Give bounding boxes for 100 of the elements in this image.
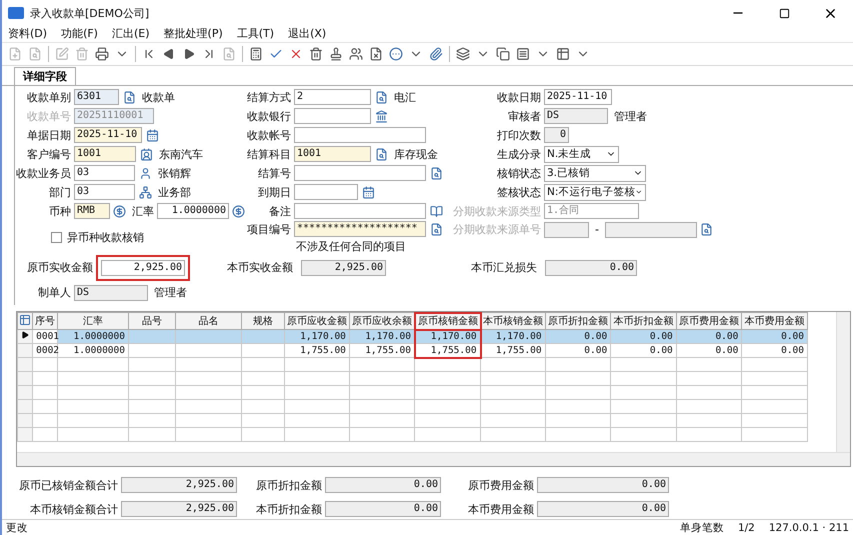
field-label: 收款单号 — [26, 108, 71, 124]
lookup-icon[interactable] — [429, 165, 443, 182]
input-field[interactable] — [294, 184, 358, 200]
column-header[interactable]: 本币折扣金额 — [610, 312, 676, 330]
input-field[interactable]: 0.00 — [325, 477, 441, 494]
column-header[interactable]: 本币核销金额 — [480, 312, 546, 330]
input-field[interactable] — [294, 108, 371, 124]
input-field[interactable]: 0 — [544, 127, 569, 144]
currency-icon[interactable] — [232, 203, 245, 220]
lookup-icon[interactable] — [374, 146, 388, 162]
table-cell: 1,755.00 — [349, 344, 415, 358]
column-header[interactable]: 原币核销金额 — [414, 312, 481, 330]
vertical-scrollbar[interactable] — [836, 312, 850, 454]
input-field[interactable] — [294, 127, 426, 144]
checkbox[interactable] — [51, 232, 62, 244]
dropdown[interactable]: 3.已核销 — [544, 164, 646, 182]
menu-item[interactable]: 工具(T) — [236, 26, 274, 42]
more-icon[interactable] — [389, 46, 403, 62]
row-header[interactable] — [18, 330, 33, 344]
org-chart-icon[interactable] — [138, 184, 152, 200]
calendar-icon[interactable] — [145, 127, 159, 144]
field-label: 结算号 — [257, 166, 291, 181]
input-field[interactable]: 6301 — [74, 89, 119, 106]
menu-item[interactable]: 整批处理(P) — [164, 26, 223, 42]
column-header[interactable]: 规格 — [241, 312, 285, 330]
input-field[interactable]: DS — [74, 284, 148, 301]
input-field[interactable]: 0.00 — [537, 477, 669, 494]
column-header[interactable]: 原币费用金额 — [676, 312, 742, 330]
lookup-icon[interactable] — [700, 222, 714, 238]
lookup-icon[interactable] — [122, 89, 136, 106]
calculator-icon[interactable] — [249, 46, 263, 62]
input-field[interactable]: 2025-11-10 — [544, 89, 612, 106]
horizontal-scrollbar[interactable] — [17, 452, 850, 466]
contact-card-icon[interactable] — [139, 146, 153, 162]
table-cell: 0.00 — [742, 330, 808, 344]
input-field[interactable] — [294, 165, 426, 182]
layers-icon[interactable] — [456, 46, 470, 62]
currency-icon[interactable] — [113, 203, 126, 220]
input-field[interactable]: 2,925.00 — [121, 501, 237, 518]
field-label: 分期收款来源单号 — [453, 222, 541, 238]
printer-icon[interactable] — [95, 46, 109, 62]
column-header[interactable]: 品号 — [128, 312, 176, 330]
column-header[interactable]: 本币费用金额 — [742, 312, 808, 330]
input-field[interactable]: 2,925.00 — [301, 260, 386, 276]
menu-icon[interactable] — [516, 46, 530, 62]
input-field[interactable]: 2025-11-10 — [74, 127, 142, 144]
table-cell: 0.00 — [545, 344, 611, 358]
input-field[interactable] — [604, 222, 697, 238]
menu-item[interactable]: 资料(D) — [8, 26, 48, 42]
book-icon[interactable] — [429, 203, 443, 220]
menu-item[interactable]: 汇出(E) — [112, 26, 150, 42]
status-text: 单身笔数 — [680, 520, 724, 535]
field-label: 部门 — [48, 184, 71, 200]
dropdown[interactable]: N.未生成 — [544, 146, 619, 163]
input-field[interactable]: 0.00 — [325, 501, 441, 518]
input-field[interactable]: 2,925.00 — [121, 477, 237, 494]
lookup-icon[interactable] — [374, 89, 388, 106]
input-field[interactable]: 1001 — [294, 146, 371, 162]
copy-icon[interactable] — [496, 46, 510, 62]
field-label: 汇率 — [132, 204, 154, 219]
menu-item[interactable]: 功能(F) — [61, 26, 98, 42]
dropdown[interactable]: N:不运行电子签核 — [544, 184, 646, 201]
field-label: 原币实收金额 — [26, 260, 93, 276]
column-header[interactable]: 原币应收金额 — [284, 312, 350, 330]
column-header[interactable]: 序号 — [32, 312, 58, 330]
input-field[interactable] — [294, 203, 426, 220]
bank-icon[interactable] — [374, 108, 388, 124]
input-field[interactable]: 1001 — [74, 146, 136, 162]
person-icon[interactable] — [138, 165, 152, 182]
column-header[interactable]: 品名 — [176, 312, 242, 330]
input-field[interactable]: ******************** — [294, 221, 426, 238]
app-icon — [8, 7, 24, 19]
input-field[interactable]: 2 — [294, 89, 371, 106]
input-field[interactable] — [544, 222, 589, 238]
field-label: 币种 — [48, 204, 71, 219]
calendar-icon[interactable] — [361, 184, 375, 200]
stamp-icon[interactable] — [329, 46, 343, 62]
input-field[interactable]: 1.0000000 — [157, 203, 229, 220]
table-icon[interactable] — [556, 46, 570, 62]
field-label: 本币折扣金额 — [255, 502, 322, 517]
input-field[interactable]: 03 — [74, 184, 135, 200]
input-field[interactable]: 0.00 — [537, 501, 669, 518]
column-header[interactable]: 原币应收余额 — [349, 312, 415, 330]
column-header[interactable]: 原币折扣金额 — [545, 312, 611, 330]
grid-corner-icon[interactable] — [18, 312, 33, 330]
file-x-icon[interactable] — [369, 46, 383, 62]
input-field[interactable]: 2,925.00 — [101, 260, 185, 276]
input-field[interactable]: 0.00 — [545, 260, 637, 276]
users-icon[interactable] — [349, 46, 363, 62]
status-text: 127.0.0.1 · 211 — [768, 522, 849, 534]
tab[interactable]: 详细字段 — [14, 66, 76, 85]
input-field[interactable]: RMB — [74, 203, 110, 220]
lookup-icon[interactable] — [429, 221, 443, 238]
input-field[interactable]: DS — [544, 108, 608, 124]
attachment-icon[interactable] — [429, 46, 443, 62]
input-field[interactable]: 03 — [74, 165, 135, 182]
menu-item[interactable]: 退出(X) — [288, 26, 326, 42]
column-header[interactable]: 汇率 — [58, 312, 128, 330]
field-label: 核销状态 — [496, 166, 541, 181]
delete-icon[interactable] — [309, 46, 323, 62]
